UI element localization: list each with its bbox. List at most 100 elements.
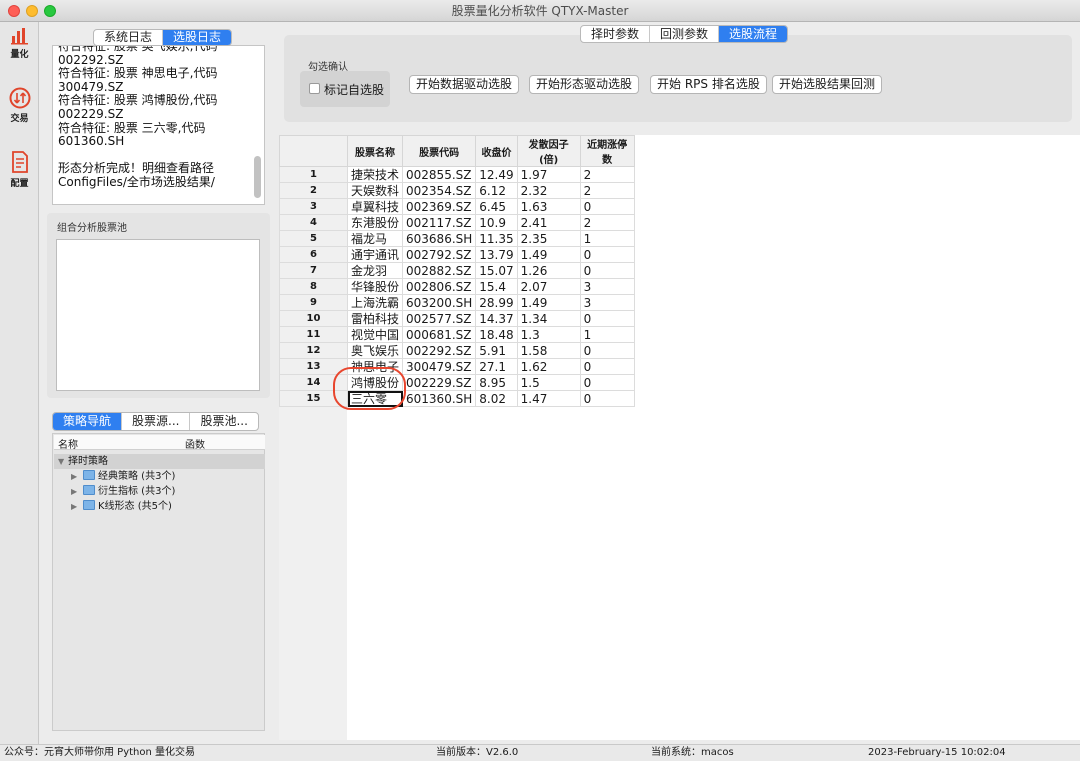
stock-name-cell[interactable]: 捷荣技术 (346, 166, 404, 183)
chevron-right-icon[interactable]: ▶ (71, 469, 81, 484)
row-index[interactable]: 3 (279, 198, 348, 215)
factor-cell[interactable]: 1.26 (516, 262, 581, 279)
maximize-window-button[interactable] (44, 5, 56, 17)
close-window-button[interactable] (8, 5, 20, 17)
limitup-count-cell[interactable]: 1 (579, 230, 635, 247)
stock-name-cell[interactable]: 天娱数科 (346, 182, 404, 199)
stock-code-cell[interactable]: 002369.SZ (402, 198, 477, 215)
table-row[interactable]: 2 天娱数科 002354.SZ 6.12 2.32 2 (279, 182, 635, 199)
row-index[interactable]: 11 (279, 326, 348, 343)
limitup-count-cell[interactable]: 0 (579, 342, 635, 359)
factor-cell[interactable]: 1.58 (516, 342, 581, 359)
factor-cell[interactable]: 1.34 (516, 310, 581, 327)
chevron-down-icon[interactable]: ▼ (58, 454, 68, 469)
limitup-count-cell[interactable]: 0 (579, 198, 635, 215)
stock-name-cell[interactable]: 卓翼科技 (346, 198, 404, 215)
tab-stock-source[interactable]: 股票源... (122, 413, 191, 430)
stock-code-cell[interactable]: 000681.SZ (402, 326, 477, 343)
stock-name-cell[interactable]: 金龙羽 (346, 262, 404, 279)
table-row[interactable]: 9 上海洗霸 603200.SH 28.99 1.49 3 (279, 294, 635, 311)
close-price-cell[interactable]: 6.45 (475, 198, 518, 215)
stock-name-cell[interactable]: 三六零 (346, 390, 404, 407)
stock-code-cell[interactable]: 002882.SZ (402, 262, 477, 279)
table-row[interactable]: 15 三六零 601360.SH 8.02 1.47 0 (279, 390, 635, 407)
col-header-code[interactable]: 股票代码 (402, 135, 477, 167)
tab-backtest-params[interactable]: 回测参数 (650, 26, 720, 42)
table-row[interactable]: 3 卓翼科技 002369.SZ 6.45 1.63 0 (279, 198, 635, 215)
stock-code-cell[interactable]: 002792.SZ (402, 246, 477, 263)
tab-timing-params[interactable]: 择时参数 (581, 26, 651, 42)
tab-stock-pool[interactable]: 股票池... (190, 413, 257, 430)
stock-code-cell[interactable]: 002229.SZ (402, 374, 477, 391)
row-index[interactable]: 15 (279, 390, 348, 407)
factor-cell[interactable]: 1.3 (516, 326, 581, 343)
pattern-driven-select-button[interactable]: 开始形态驱动选股 (529, 75, 640, 94)
factor-cell[interactable]: 1.5 (516, 374, 581, 391)
backtest-selection-button[interactable]: 开始选股结果回测 (772, 75, 883, 94)
tree-item-derived[interactable]: ▶ 衍生指标 (共3个) (71, 484, 175, 499)
row-index[interactable]: 8 (279, 278, 348, 295)
group-pool-list[interactable] (56, 239, 260, 391)
limitup-count-cell[interactable]: 2 (579, 166, 635, 183)
tree-item-kline[interactable]: ▶ K线形态 (共5个) (71, 499, 172, 514)
limitup-count-cell[interactable]: 0 (579, 390, 635, 407)
factor-cell[interactable]: 2.32 (516, 182, 581, 199)
factor-cell[interactable]: 1.97 (516, 166, 581, 183)
stock-code-cell[interactable]: 002855.SZ (402, 166, 477, 183)
col-header-factor[interactable]: 发散因子(倍) (516, 135, 581, 167)
limitup-count-cell[interactable]: 0 (579, 358, 635, 375)
factor-cell[interactable]: 2.07 (516, 278, 581, 295)
log-scrollbar[interactable] (254, 156, 261, 198)
corner-header[interactable] (279, 135, 348, 167)
row-index[interactable]: 9 (279, 294, 348, 311)
factor-cell[interactable]: 1.63 (516, 198, 581, 215)
limitup-count-cell[interactable]: 2 (579, 214, 635, 231)
minimize-window-button[interactable] (26, 5, 38, 17)
row-index[interactable]: 10 (279, 310, 348, 327)
factor-cell[interactable]: 1.49 (516, 246, 581, 263)
table-row[interactable]: 14 鸿博股份 002229.SZ 8.95 1.5 0 (279, 374, 635, 391)
close-price-cell[interactable]: 15.4 (475, 278, 518, 295)
tab-system-log[interactable]: 系统日志 (94, 30, 164, 45)
stock-name-cell[interactable]: 福龙马 (346, 230, 404, 247)
row-index[interactable]: 2 (279, 182, 348, 199)
mark-favorite-label[interactable]: 标记自选股 (324, 81, 384, 98)
data-driven-select-button[interactable]: 开始数据驱动选股 (409, 75, 520, 94)
tab-selection-log[interactable]: 选股日志 (163, 30, 232, 45)
close-price-cell[interactable]: 10.9 (475, 214, 518, 231)
rps-rank-select-button[interactable]: 开始 RPS 排名选股 (650, 75, 767, 94)
close-price-cell[interactable]: 18.48 (475, 326, 518, 343)
toolbar-config[interactable]: 配置 (0, 150, 39, 189)
stock-name-cell[interactable]: 奥飞娱乐 (346, 342, 404, 359)
stock-name-cell[interactable]: 鸿博股份 (346, 374, 404, 391)
row-index[interactable]: 1 (279, 166, 348, 183)
factor-cell[interactable]: 1.47 (516, 390, 581, 407)
table-row[interactable]: 7 金龙羽 002882.SZ 15.07 1.26 0 (279, 262, 635, 279)
factor-cell[interactable]: 1.62 (516, 358, 581, 375)
stock-code-cell[interactable]: 603200.SH (402, 294, 477, 311)
row-index[interactable]: 13 (279, 358, 348, 375)
table-row[interactable]: 11 视觉中国 000681.SZ 18.48 1.3 1 (279, 326, 635, 343)
row-index[interactable]: 4 (279, 214, 348, 231)
limitup-count-cell[interactable]: 1 (579, 326, 635, 343)
factor-cell[interactable]: 2.41 (516, 214, 581, 231)
close-price-cell[interactable]: 15.07 (475, 262, 518, 279)
table-row[interactable]: 6 通宇通讯 002792.SZ 13.79 1.49 0 (279, 246, 635, 263)
row-index[interactable]: 7 (279, 262, 348, 279)
stock-code-cell[interactable]: 002577.SZ (402, 310, 477, 327)
toolbar-trade[interactable]: 交易 (0, 87, 39, 124)
stock-code-cell[interactable]: 002354.SZ (402, 182, 477, 199)
table-row[interactable]: 4 东港股份 002117.SZ 10.9 2.41 2 (279, 214, 635, 231)
row-index[interactable]: 6 (279, 246, 348, 263)
close-price-cell[interactable]: 12.49 (475, 166, 518, 183)
close-price-cell[interactable]: 5.91 (475, 342, 518, 359)
table-row[interactable]: 12 奥飞娱乐 002292.SZ 5.91 1.58 0 (279, 342, 635, 359)
close-price-cell[interactable]: 27.1 (475, 358, 518, 375)
stock-name-cell[interactable]: 视觉中国 (346, 326, 404, 343)
stock-code-cell[interactable]: 603686.SH (402, 230, 477, 247)
table-row[interactable]: 1 捷荣技术 002855.SZ 12.49 1.97 2 (279, 166, 635, 183)
stock-code-cell[interactable]: 300479.SZ (402, 358, 477, 375)
stock-code-cell[interactable]: 002117.SZ (402, 214, 477, 231)
tree-item-classic[interactable]: ▶ 经典策略 (共3个) (71, 469, 175, 484)
tree-root-timing[interactable]: ▼ 择时策略 (54, 454, 265, 469)
